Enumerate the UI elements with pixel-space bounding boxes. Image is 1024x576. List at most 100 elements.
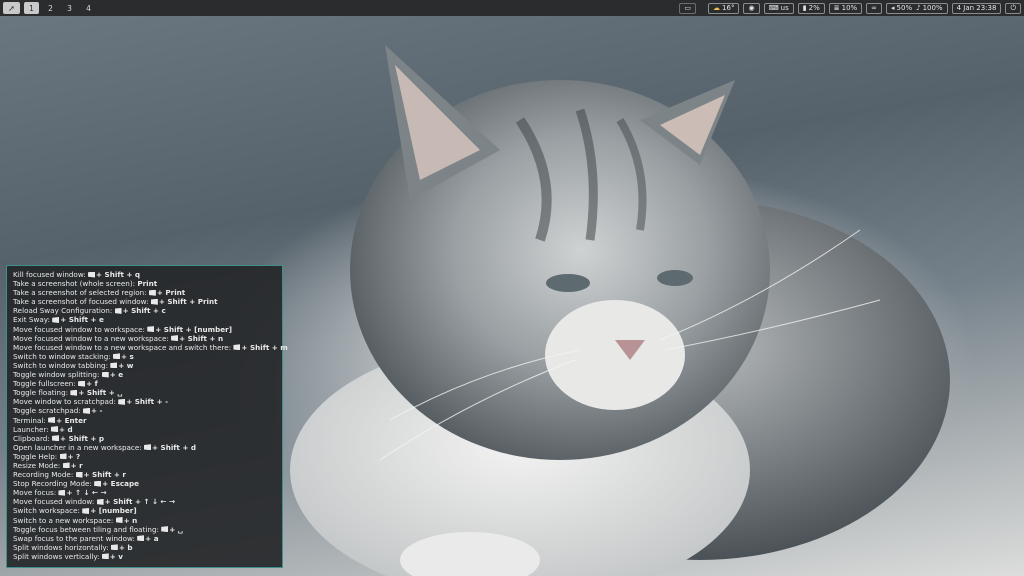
help-action-label: Reload Sway Configuration:	[13, 306, 115, 316]
clock-widget[interactable]: 4 Jan 23:38	[951, 2, 1002, 14]
keyboard-layout-widget[interactable]: ⌨ us	[763, 2, 794, 14]
help-line: Move focused window to a new workspace a…	[13, 343, 288, 352]
help-shortcut-keys: + Enter	[56, 415, 87, 425]
help-line: Launcher: + d	[13, 425, 276, 434]
workspace-button-4[interactable]: 4	[81, 2, 96, 14]
help-shortcut-keys: + w	[118, 360, 134, 370]
super-key-icon	[150, 298, 158, 305]
help-line: Switch to window tabbing: + w	[13, 361, 276, 370]
notifications-button[interactable]: ▭	[679, 2, 697, 14]
help-action-label: Switch to a new workspace:	[13, 515, 116, 525]
help-shortcut-keys: + Shift + e	[60, 315, 104, 325]
help-shortcut-keys: + Shift + n	[179, 333, 224, 343]
super-key-icon	[83, 407, 91, 414]
super-key-icon	[137, 535, 145, 542]
rocket-icon[interactable]: ➚	[3, 2, 20, 14]
help-shortcut-keys: + Shift + -	[126, 397, 169, 407]
help-action-label: Split windows vertically:	[13, 551, 102, 561]
mic-level: 100%	[922, 4, 943, 12]
cloud-sun-icon: ☁	[713, 4, 721, 12]
help-action-label: Open launcher in a new workspace:	[13, 442, 145, 452]
help-shortcut-keys: + n	[123, 515, 138, 525]
network-widget[interactable]: ∞	[866, 2, 883, 14]
help-action-label: Move focused window to workspace:	[13, 324, 148, 334]
help-line: Take a screenshot (whole screen): Print	[13, 279, 276, 288]
help-action-label: Toggle window splitting:	[13, 370, 102, 380]
super-key-icon	[96, 498, 104, 505]
help-line: Move focused window: + Shift + ↑ ↓ ← →	[13, 497, 276, 506]
help-line: Resize Mode: + r	[13, 461, 276, 470]
audio-widget[interactable]: ◂ 50% ♪ 100%	[886, 2, 948, 14]
help-line: Swap focus to the parent window: + a	[13, 534, 276, 543]
super-key-icon	[75, 471, 83, 478]
help-action-label: Take a screenshot of focused window:	[13, 297, 151, 307]
super-key-icon	[115, 517, 123, 524]
help-shortcut-keys: + v	[109, 551, 123, 561]
power-button[interactable]: ⏻	[1005, 2, 1021, 14]
workspace-button-3[interactable]: 3	[62, 2, 77, 14]
workspace-button-2[interactable]: 2	[43, 2, 58, 14]
keyboard-icon: ⌨	[768, 4, 779, 12]
super-key-icon	[144, 444, 152, 451]
help-line: Move focused window to a new workspace: …	[13, 334, 276, 343]
super-key-icon	[78, 380, 86, 387]
help-action-label: Recording Mode:	[13, 470, 76, 480]
workspace-button-1[interactable]: 1	[24, 2, 39, 14]
super-key-icon	[110, 362, 118, 369]
help-shortcut-keys: Print	[137, 279, 158, 289]
help-shortcut-keys: + Escape	[102, 479, 139, 489]
help-line: Move focused window to workspace: + Shif…	[13, 325, 276, 334]
help-shortcut-keys: + Shift + [number]	[155, 324, 232, 334]
help-shortcut-keys: + Shift + ↑ ↓ ← →	[104, 497, 176, 507]
super-key-icon	[58, 489, 66, 496]
help-shortcut-keys: + e	[109, 370, 124, 380]
keyboard-layout-label: us	[780, 4, 789, 12]
help-action-label: Switch to window stacking:	[13, 351, 114, 361]
help-action-label: Move window to scratchpad:	[13, 397, 119, 407]
chip-icon: ▮	[802, 4, 807, 12]
help-shortcut-keys: + Shift + d	[152, 442, 197, 452]
super-key-icon	[94, 480, 102, 487]
help-line: Move focus: + ↑ ↓ ← →	[13, 488, 276, 497]
help-line: Toggle scratchpad: + -	[13, 406, 276, 415]
top-bar: ➚ 1 2 3 4 ▭ ☁ 16° ◉ ⌨ us ▮ 2% ≣ 10% ∞ ◂	[0, 0, 1024, 16]
super-key-icon	[161, 526, 169, 533]
help-line: Toggle floating: + Shift + ␣	[13, 388, 276, 397]
idle-inhibitor-button[interactable]: ◉	[743, 2, 760, 14]
help-shortcut-keys: + f	[86, 379, 98, 389]
help-shortcut-keys: + Shift + r	[83, 470, 126, 480]
help-action-label: Toggle floating:	[13, 388, 71, 398]
help-action-label: Toggle focus between tiling and floating…	[13, 524, 162, 534]
help-line: Open launcher in a new workspace: + Shif…	[13, 443, 276, 452]
super-key-icon	[48, 417, 56, 423]
help-action-label: Toggle scratchpad:	[13, 406, 84, 416]
volume-level: 50%	[896, 4, 913, 12]
help-shortcut-keys: + ↑ ↓ ← →	[66, 488, 107, 498]
memory-widget[interactable]: ≣ 10%	[828, 2, 863, 14]
help-line: Move window to scratchpad: + Shift + -	[13, 397, 276, 406]
help-shortcut-keys: + Print	[156, 288, 186, 298]
message-icon: ▭	[684, 4, 692, 12]
clock-text: 4 Jan 23:38	[956, 4, 997, 12]
help-action-label: Terminal:	[13, 415, 49, 425]
help-action-label: Switch workspace:	[13, 506, 83, 516]
super-key-icon	[114, 307, 122, 314]
help-action-label: Move focused window:	[13, 497, 97, 507]
super-key-icon	[62, 462, 70, 469]
cpu-widget[interactable]: ▮ 2%	[797, 2, 825, 14]
help-action-label: Take a screenshot (whole screen):	[13, 279, 138, 289]
super-key-icon	[59, 453, 67, 460]
super-key-icon	[147, 326, 155, 333]
help-shortcut-keys: + Shift + ␣	[78, 388, 123, 398]
help-line: Kill focused window: + Shift + q	[13, 270, 276, 279]
help-line: Toggle Help: + ?	[13, 452, 276, 461]
help-line: Reload Sway Configuration: + Shift + c	[13, 306, 276, 315]
help-line: Take a screenshot of selected region: + …	[13, 288, 276, 297]
help-shortcut-keys: + -	[91, 406, 103, 416]
super-key-icon	[148, 289, 156, 296]
weather-widget[interactable]: ☁ 16°	[708, 2, 740, 14]
help-action-label: Toggle Help:	[13, 451, 60, 461]
help-shortcut-keys: + Shift + q	[96, 270, 141, 279]
help-line: Toggle focus between tiling and floating…	[13, 525, 276, 534]
help-shortcut-keys: + ?	[67, 451, 81, 461]
